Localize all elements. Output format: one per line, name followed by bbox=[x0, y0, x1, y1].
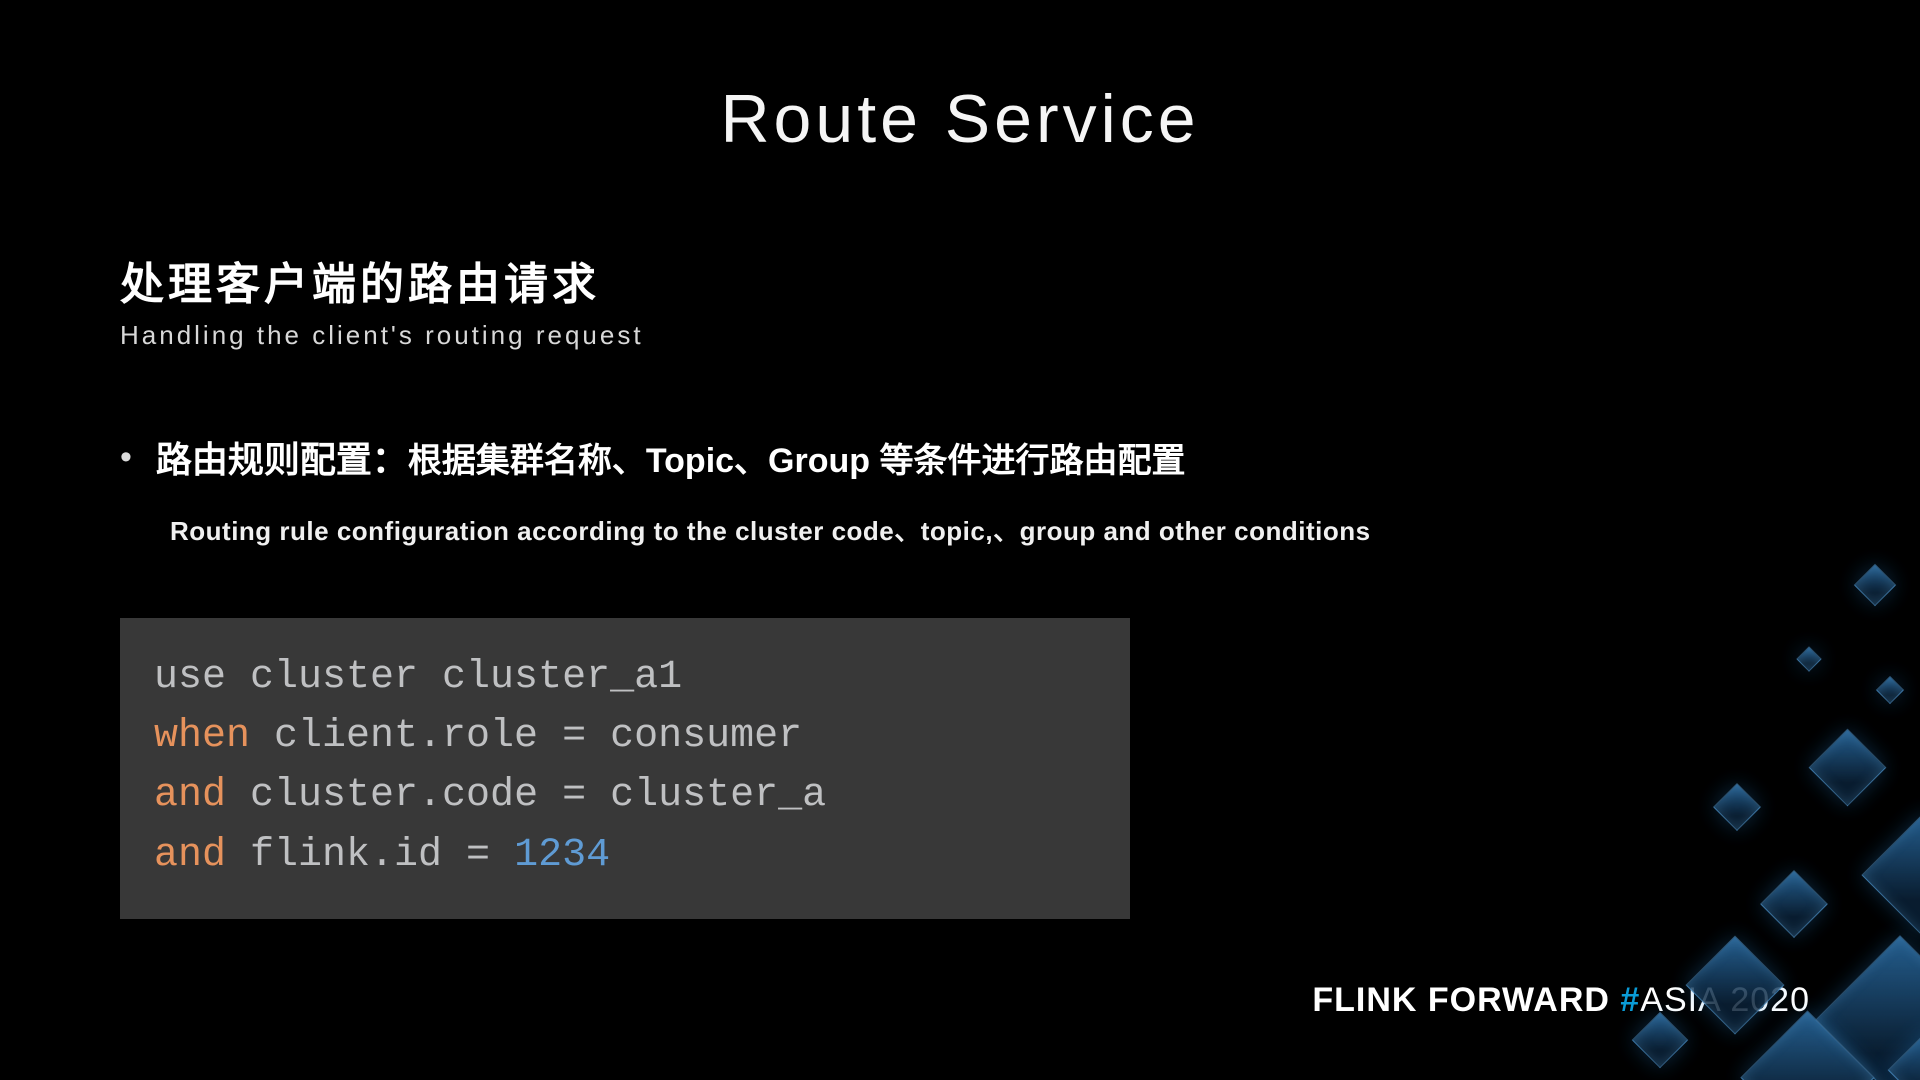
code-keyword: and bbox=[154, 773, 226, 818]
code-token: cluster.code = cluster_a bbox=[226, 773, 826, 818]
code-token: use cluster cluster_a1 bbox=[154, 655, 682, 700]
subtitle-block: 处理客户端的路由请求 Handling the client's routing… bbox=[120, 248, 1800, 351]
cube-icon bbox=[1854, 564, 1896, 606]
bullet-dot-icon: • bbox=[120, 440, 132, 474]
cube-icon bbox=[1876, 676, 1904, 704]
footer-brand-a: FLINK bbox=[1312, 981, 1428, 1019]
subtitle-en: Handling the client's routing request bbox=[120, 320, 1800, 351]
bullet-rest: 根据集群名称、Topic、Group 等条件进行路由配置 bbox=[408, 442, 1186, 480]
code-line-4: and flink.id = 1234 bbox=[154, 826, 1096, 885]
code-line-3: and cluster.code = cluster_a bbox=[154, 766, 1096, 825]
code-number: 1234 bbox=[514, 833, 610, 878]
cube-icon bbox=[1713, 783, 1761, 831]
code-keyword: when bbox=[154, 714, 250, 759]
bullet-lead: 路由规则配置： bbox=[156, 439, 408, 480]
cube-icon bbox=[1796, 646, 1821, 671]
footer-logo: FLINK FORWARD #ASIA 2020 bbox=[1312, 981, 1810, 1020]
cube-icon bbox=[1760, 870, 1828, 938]
code-block: use cluster cluster_a1 when client.role … bbox=[120, 618, 1130, 919]
cube-icon bbox=[1632, 1012, 1689, 1069]
code-line-2: when client.role = consumer bbox=[154, 707, 1096, 766]
cube-icon bbox=[1815, 935, 1920, 1080]
code-token: flink.id = bbox=[226, 833, 514, 878]
slide-root: Route Service 处理客户端的路由请求 Handling the cl… bbox=[0, 0, 1920, 1080]
bullet-text: 路由规则配置：根据集群名称、Topic、Group 等条件进行路由配置 bbox=[156, 431, 1186, 483]
footer-brand-b: FORWARD bbox=[1428, 981, 1620, 1019]
cube-icon bbox=[1809, 729, 1887, 807]
footer-year: 2020 bbox=[1730, 981, 1810, 1019]
footer-region: ASIA bbox=[1640, 981, 1730, 1019]
cube-icon bbox=[1740, 1010, 1874, 1080]
slide-title: Route Service bbox=[120, 80, 1800, 158]
code-line-1: use cluster cluster_a1 bbox=[154, 648, 1096, 707]
code-keyword: and bbox=[154, 833, 226, 878]
hash-icon: # bbox=[1620, 981, 1640, 1019]
subtitle-cn: 处理客户端的路由请求 bbox=[120, 248, 1800, 312]
cube-icon bbox=[1861, 811, 1920, 938]
bullet-en: Routing rule configuration according to … bbox=[170, 511, 1800, 548]
bullet-row: • 路由规则配置：根据集群名称、Topic、Group 等条件进行路由配置 bbox=[120, 431, 1800, 483]
code-token: client.role = consumer bbox=[250, 714, 802, 759]
cube-icon bbox=[1888, 1028, 1920, 1080]
